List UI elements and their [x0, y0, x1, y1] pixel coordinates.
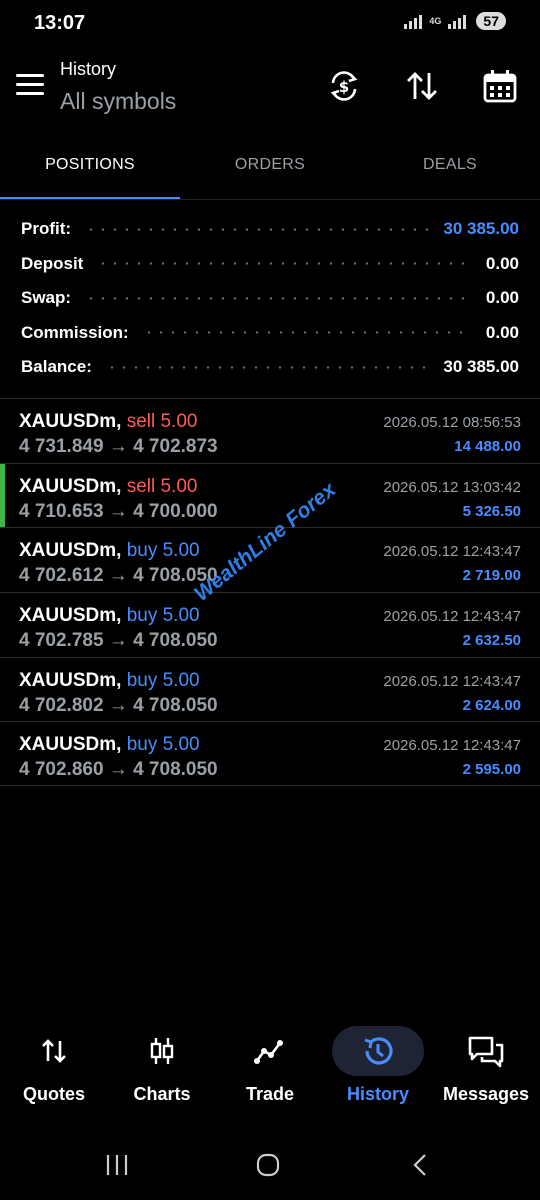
timestamp: 2026.05.12 12:43:47 [383, 543, 521, 561]
profit-value: 5 326.50 [462, 502, 521, 520]
tab-positions[interactable]: POSITIONS [0, 138, 180, 200]
dot-leader [85, 296, 472, 300]
battery-badge: 57 [476, 12, 506, 30]
symbol: XAUUSDm, [19, 540, 122, 562]
summary-label: Balance: [21, 357, 92, 377]
dot-leader [97, 262, 472, 266]
nav-quotes[interactable]: Quotes [2, 1022, 106, 1112]
sort-icon[interactable] [404, 68, 440, 104]
profit-value: 14 488.00 [454, 438, 521, 455]
trade-side: sell 5.00 [126, 475, 198, 497]
summary-value: 0.00 [485, 322, 519, 342]
timestamp: 2026.05.12 12:43:47 [383, 608, 521, 626]
summary-row-profit: Profit: 30 385.00 [21, 212, 519, 247]
network-type: 4G [429, 15, 442, 26]
price-range: 4 702.612 → 4 708.050 [19, 565, 218, 587]
dot-leader [142, 331, 472, 335]
timestamp: 2026.05.12 08:56:53 [383, 414, 521, 431]
summary-value: 0.00 [485, 253, 519, 273]
dot-leader [105, 365, 430, 369]
summary-row-balance: Balance: 30 385.00 [21, 350, 519, 385]
list-item[interactable]: XAUUSDm, sell 5.00 4 710.653 → 4 700.000… [0, 462, 540, 528]
nav-label: Messages [442, 1084, 530, 1104]
nav-history[interactable]: History [326, 1022, 430, 1112]
summary-row-commission: Commission: 0.00 [21, 316, 519, 351]
signal-icon-2 [448, 13, 467, 29]
calendar-icon[interactable] [482, 68, 518, 104]
summary-panel: Profit: 30 385.00 Deposit 0.00 Swap: 0.0… [21, 212, 519, 385]
trade-side: buy 5.00 [126, 605, 200, 627]
symbol: XAUUSDm, [19, 411, 122, 432]
price-range: 4 731.849 → 4 702.873 [19, 436, 218, 457]
list-item[interactable]: XAUUSDm, buy 5.00 4 702.860 → 4 708.050 … [0, 721, 540, 787]
profit-value: 2 595.00 [462, 761, 521, 779]
symbol: XAUUSDm, [19, 669, 122, 691]
tab-bar: POSITIONS ORDERS DEALS [0, 138, 540, 200]
nav-messages[interactable]: Messages [434, 1022, 538, 1112]
signal-icon [404, 13, 423, 29]
summary-label: Profit: [21, 219, 72, 239]
positions-list: XAUUSDm, sell 5.00 4 731.849 → 4 702.873… [0, 398, 540, 787]
nav-charts[interactable]: Charts [110, 1022, 214, 1112]
divider [0, 199, 540, 200]
back-icon[interactable] [408, 1152, 434, 1178]
nav-trade[interactable]: Trade [218, 1022, 322, 1112]
nav-label: Quotes [22, 1084, 85, 1104]
system-nav-bar [0, 1138, 540, 1198]
timestamp: 2026.05.12 12:43:47 [383, 737, 521, 755]
menu-button[interactable] [16, 74, 44, 96]
nav-label: Charts [133, 1084, 191, 1104]
summary-value: 0.00 [485, 288, 519, 308]
list-item[interactable]: XAUUSDm, sell 5.00 4 731.849 → 4 702.873… [0, 398, 540, 463]
price-range: 4 710.653 → 4 700.000 [19, 500, 218, 522]
profit-value: 2 632.50 [462, 632, 521, 650]
summary-row-deposit: Deposit 0.00 [21, 247, 519, 282]
dot-leader [85, 227, 430, 231]
summary-value: 30 385.00 [443, 219, 519, 239]
bottom-nav: Quotes Charts Trade History Messages [0, 1022, 540, 1112]
currency-sync-icon[interactable]: $ [326, 68, 362, 104]
profit-value: 2 719.00 [462, 567, 521, 585]
nav-label: History [346, 1084, 409, 1104]
candlestick-icon [150, 1038, 174, 1064]
symbol: XAUUSDm, [19, 605, 122, 627]
home-icon[interactable] [255, 1152, 281, 1178]
trade-side: buy 5.00 [126, 734, 200, 756]
quotes-icon [42, 1039, 66, 1063]
tab-deals[interactable]: DEALS [360, 138, 540, 200]
status-icons: 4G 57 [404, 12, 506, 30]
trade-line-icon [254, 1040, 283, 1064]
summary-label: Deposit [21, 253, 84, 273]
profit-value: 2 624.00 [462, 696, 521, 714]
symbol-filter[interactable]: All symbols [60, 88, 176, 115]
price-range: 4 702.802 → 4 708.050 [19, 694, 218, 716]
list-item[interactable]: XAUUSDm, buy 5.00 4 702.802 → 4 708.050 … [0, 656, 540, 722]
trade-side: sell 5.00 [126, 411, 198, 432]
page-title: History [60, 59, 117, 79]
trade-side: buy 5.00 [126, 540, 200, 562]
list-item[interactable]: XAUUSDm, buy 5.00 4 702.785 → 4 708.050 … [0, 592, 540, 657]
timestamp: 2026.05.12 12:43:47 [383, 672, 521, 690]
symbol: XAUUSDm, [19, 475, 122, 497]
history-icon [364, 1037, 393, 1065]
status-time: 13:07 [34, 12, 86, 34]
tab-orders[interactable]: ORDERS [180, 138, 360, 200]
summary-value: 30 385.00 [443, 357, 519, 377]
app-header: History All symbols $ [0, 46, 540, 130]
nav-label: Trade [245, 1084, 295, 1104]
symbol: XAUUSDm, [19, 734, 122, 756]
status-bar: 13:07 4G 57 [0, 0, 540, 46]
price-range: 4 702.785 → 4 708.050 [19, 630, 218, 652]
summary-row-swap: Swap: 0.00 [21, 281, 519, 316]
timestamp: 2026.05.12 13:03:42 [383, 478, 521, 496]
messages-icon [468, 1036, 504, 1068]
summary-label: Commission: [21, 322, 129, 342]
summary-label: Swap: [21, 288, 72, 308]
recent-apps-icon[interactable] [104, 1152, 130, 1178]
price-range: 4 702.860 → 4 708.050 [19, 759, 218, 781]
trade-side: buy 5.00 [126, 669, 200, 691]
svg-text:$: $ [339, 78, 349, 96]
